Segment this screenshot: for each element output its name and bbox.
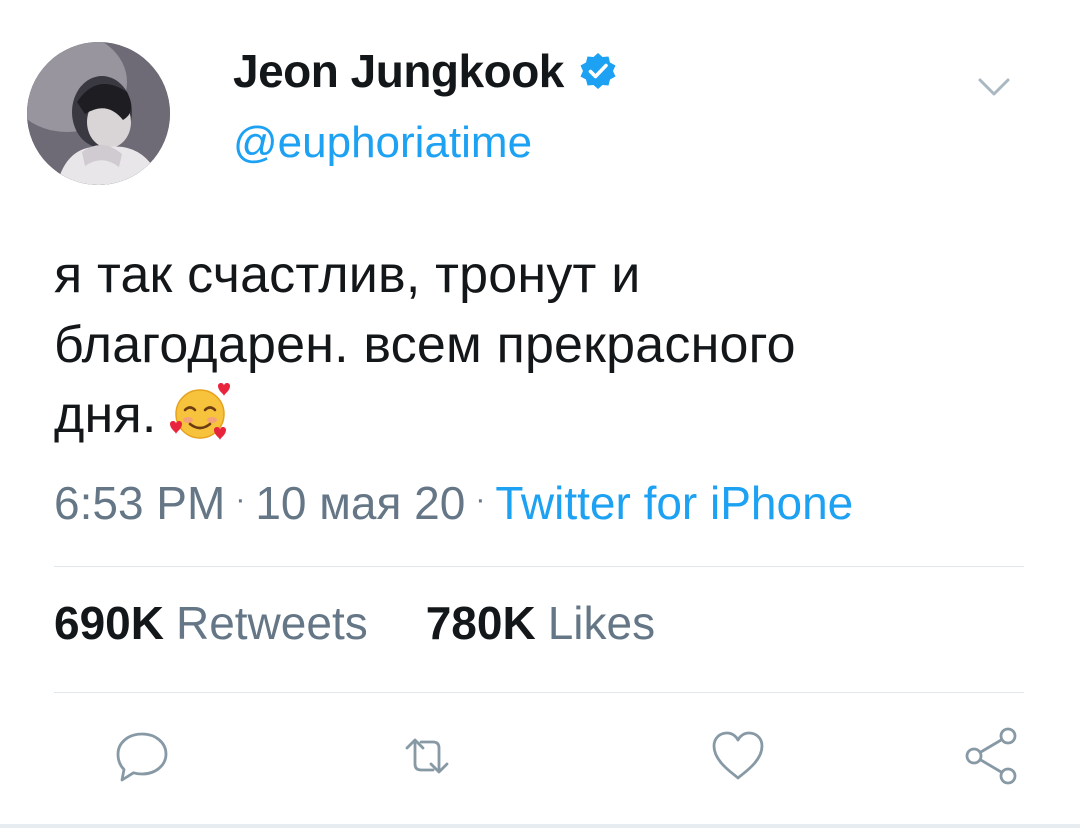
- chevron-down-icon[interactable]: [976, 72, 1012, 102]
- likes-label: Likes: [547, 597, 656, 649]
- author-display-name[interactable]: Jeon Jungkook: [233, 44, 618, 98]
- retweet-icon[interactable]: [395, 724, 459, 788]
- share-icon[interactable]: [960, 724, 1024, 788]
- smiling-face-with-hearts-emoji-icon: [170, 383, 231, 440]
- meta-separator: ·: [235, 483, 246, 516]
- verified-badge-icon: [580, 53, 616, 89]
- tweet-text-line-end: дня.: [54, 386, 157, 444]
- author-handle[interactable]: @euphoriatime: [233, 118, 532, 168]
- retweets-label: Retweets: [175, 597, 368, 649]
- tweet-time: 6:53 PM: [54, 477, 226, 529]
- retweets-stat[interactable]: 690K Retweets: [54, 596, 368, 650]
- avatar[interactable]: [27, 42, 170, 185]
- like-icon[interactable]: [706, 724, 770, 788]
- tweet-meta: 6:53 PM · 10 мая 20 · Twitter for iPhone: [54, 476, 853, 530]
- tweet-text-line: я так счастлив, тронут и: [54, 246, 641, 304]
- reply-icon[interactable]: [110, 724, 174, 788]
- likes-stat[interactable]: 780K Likes: [426, 596, 655, 650]
- display-name-text: Jeon Jungkook: [233, 45, 564, 97]
- tweet-stats: 690K Retweets 780K Likes: [54, 596, 655, 650]
- tweet-text-line: дня.: [54, 380, 1044, 450]
- likes-count: 780K: [425, 597, 536, 649]
- retweets-count: 690K: [54, 597, 164, 649]
- tweet-text-line: благодарен. всем прекрасного: [54, 316, 796, 374]
- tweet-date: 10 мая 20: [255, 477, 466, 529]
- meta-separator: ·: [475, 483, 486, 516]
- tweet-source-link[interactable]: Twitter for iPhone: [495, 477, 853, 529]
- divider: [54, 692, 1024, 693]
- divider: [54, 566, 1024, 567]
- profile-photo-icon: [27, 42, 170, 185]
- tweet-text: я так счастлив, тронут и благодарен. все…: [54, 240, 1044, 450]
- bottom-separator: [0, 824, 1080, 828]
